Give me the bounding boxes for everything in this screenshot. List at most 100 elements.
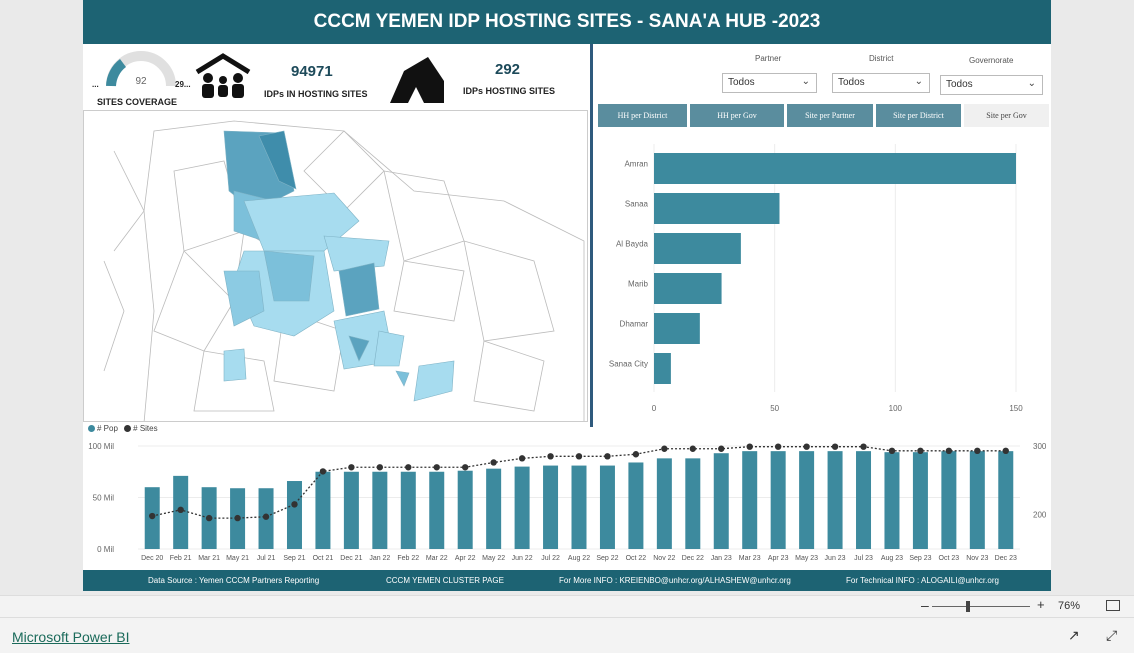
idps-label: IDPs IN HOSTING SITES <box>264 89 368 99</box>
x-tick-label: Dec 21 <box>340 555 362 562</box>
sites-coverage-gauge[interactable]: 92 <box>105 50 177 90</box>
y-left-tick: 50 Mil <box>93 494 115 503</box>
sites-point <box>945 447 953 455</box>
x-tick-label: Oct 22 <box>626 555 647 562</box>
yemen-map[interactable] <box>83 110 588 422</box>
governorate-slicer[interactable]: Todos ⌄ <box>940 75 1043 95</box>
sites-point <box>291 501 298 508</box>
report-title: CCCM YEMEN IDP HOSTING SITES - SANA'A HU… <box>83 0 1051 44</box>
district-slicer-label: District <box>869 54 894 63</box>
pop-bar <box>514 466 530 549</box>
x-tick-label: Dec 23 <box>995 555 1017 562</box>
report-page: CCCM YEMEN IDP HOSTING SITES - SANA'A HU… <box>83 0 1051 591</box>
tab-site-per-gov[interactable]: Site per Gov <box>964 104 1049 127</box>
powerbi-link[interactable]: Microsoft Power BI <box>12 629 129 645</box>
tab-site-per-partner[interactable]: Site per Partner <box>787 104 873 127</box>
footer-bar: Data Source : Yemen CCCM Partners Report… <box>83 570 1051 591</box>
map-svg <box>103 120 585 421</box>
sites-point <box>149 512 156 520</box>
pop-bar <box>941 451 957 549</box>
y-right-tick: 200 <box>1033 511 1047 520</box>
bar <box>654 193 780 224</box>
gauge-min: ... <box>92 80 99 89</box>
pop-bar <box>884 452 900 549</box>
sites-point <box>376 464 384 471</box>
zoom-level: 76% <box>1058 600 1081 612</box>
pop-bar <box>827 451 843 549</box>
tab-site-per-district[interactable]: Site per District <box>876 104 961 127</box>
x-tick-label: Jun 22 <box>512 555 533 562</box>
sites-point <box>205 514 213 522</box>
gauge-value: 92 <box>135 76 147 87</box>
sites-point <box>860 443 867 450</box>
sites-point <box>490 459 497 466</box>
sites-count: 292 <box>495 61 521 78</box>
x-tick-label: Aug 23 <box>881 555 903 562</box>
pop-bar <box>656 458 672 549</box>
legend-pop[interactable]: # Pop <box>88 424 118 433</box>
pop-bar <box>571 465 587 549</box>
fullscreen-icon[interactable]: ⤢ <box>1106 627 1117 644</box>
category-label: Amran <box>624 160 648 169</box>
combo-legend: # Pop # Sites <box>88 424 158 433</box>
tab-hh-per-district[interactable]: HH per District <box>598 104 687 127</box>
zoom-in-button[interactable]: + <box>1037 597 1045 612</box>
gauge-label: SITES COVERAGE <box>97 97 178 107</box>
bar <box>654 273 722 304</box>
share-icon[interactable]: ↗ <box>1068 627 1080 644</box>
sites-point <box>974 447 981 455</box>
pop-bar <box>400 471 416 549</box>
pop-bar <box>685 458 701 549</box>
bar <box>654 233 741 264</box>
sites-point <box>632 451 640 458</box>
x-tick-label: Feb 22 <box>397 555 419 562</box>
panel-divider <box>590 44 593 427</box>
family-icon <box>195 53 251 98</box>
sites-point <box>518 455 526 462</box>
idps-count: 94971 <box>291 63 333 80</box>
x-tick-label: Feb 21 <box>170 555 192 562</box>
x-tick-label: Jul 21 <box>257 555 276 562</box>
x-tick-label: 100 <box>889 404 903 413</box>
sites-point <box>348 464 355 471</box>
zoom-toolbar: – + 76% <box>0 595 1134 618</box>
zoom-slider[interactable] <box>932 606 1030 607</box>
pop-bar <box>429 471 445 549</box>
x-tick-label: 150 <box>1009 404 1023 413</box>
sites-per-gov-chart[interactable]: 0 50 100 150 Amran Sanaa Al Bayda Marib Dhamar Sa… <box>593 140 1051 425</box>
governorate-slicer-value: Todos <box>946 79 973 90</box>
x-tick-label: Jun 23 <box>825 555 846 562</box>
x-tick-label: May 23 <box>795 555 818 562</box>
pop-sites-trend-chart[interactable]: 0 Mil 50 Mil 100 Mil 200 300 Dec 20 Feb 21 Mar … <box>83 436 1051 566</box>
district-slicer[interactable]: Todos ⌄ <box>832 73 930 93</box>
sites-point <box>661 445 668 452</box>
zoom-slider-thumb[interactable] <box>966 601 970 612</box>
pop-bar <box>543 465 559 549</box>
chevron-down-icon: ⌄ <box>801 76 810 87</box>
chevron-down-icon: ⌄ <box>1027 78 1036 89</box>
pop-bar <box>799 451 815 549</box>
footer-cluster-link[interactable]: CCCM YEMEN CLUSTER PAGE <box>386 576 504 585</box>
x-tick-label: Jan 22 <box>369 555 390 562</box>
zoom-out-button[interactable]: – <box>921 597 929 613</box>
x-tick-label: Jul 23 <box>854 555 873 562</box>
gauge-max: 29... <box>175 80 191 89</box>
x-tick-label: Aug 22 <box>568 555 590 562</box>
sites-point <box>831 443 839 450</box>
tab-hh-per-gov[interactable]: HH per Gov <box>690 104 784 127</box>
sites-point <box>604 453 611 460</box>
pop-bar <box>286 481 302 549</box>
sites-point <box>774 443 782 450</box>
x-tick-label: Mar 23 <box>739 555 761 562</box>
legend-sites[interactable]: # Sites <box>124 424 158 433</box>
x-tick-label: Oct 23 <box>939 555 960 562</box>
sites-point <box>262 513 270 520</box>
category-label: Marib <box>628 280 649 289</box>
x-tick-label: Nov 23 <box>966 555 988 562</box>
pop-bar <box>486 468 502 549</box>
partner-slicer[interactable]: Todos ⌄ <box>722 73 817 93</box>
sites-point <box>405 464 412 471</box>
pop-bar <box>742 451 758 549</box>
fit-to-page-icon[interactable] <box>1106 600 1120 611</box>
pop-bar <box>856 451 872 549</box>
